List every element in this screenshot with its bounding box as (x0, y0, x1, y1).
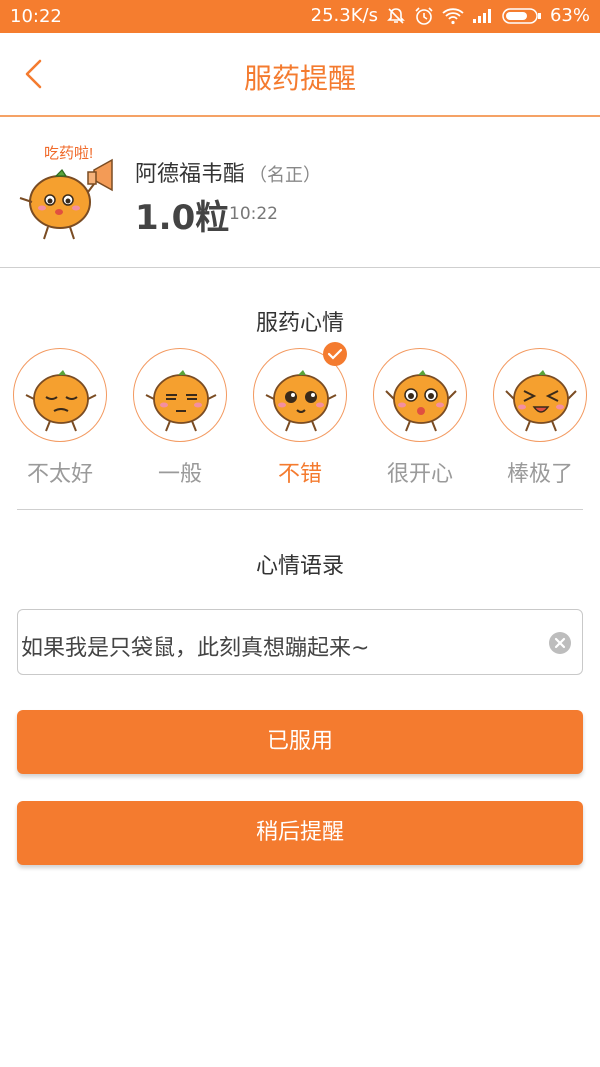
status-icons: 25.3K/s 63% (311, 5, 590, 26)
mood-option-good[interactable]: 不错 (253, 342, 349, 498)
mood-face-okay (133, 348, 227, 442)
quote-title: 心情语录 (255, 554, 344, 579)
mood-label: 棒极了 (506, 462, 573, 487)
mood-title: 服药心情 (255, 311, 344, 336)
mood-face-happy (373, 348, 467, 442)
mood-selector: 不太好 一般 不错 很开心 棒极了 (0, 342, 600, 498)
quote-input[interactable]: 如果我是只袋鼠，此刻真想蹦起来~ (17, 609, 583, 675)
mascot-caption: 吃药啦! (44, 145, 93, 162)
mood-face-great (493, 348, 587, 442)
battery-percent: 63% (549, 5, 590, 26)
mute-icon (386, 6, 406, 26)
mood-label: 不太好 (26, 462, 93, 487)
header: 服药提醒 (0, 33, 600, 117)
divider (17, 509, 583, 510)
medicine-card: 吃药啦! 阿德福韦酯 （名正） 1.0粒 10:22 (0, 118, 600, 268)
dose-time: 10:22 (229, 204, 278, 224)
medicine-name-row: 阿德福韦酯 （名正） (135, 156, 321, 188)
network-speed: 25.3K/s (310, 5, 378, 26)
medicine-name: 阿德福韦酯 (135, 162, 246, 187)
page-title: 服药提醒 (243, 62, 356, 95)
dose-amount: 1.0粒 (135, 198, 230, 238)
medicine-brand: （名正） (249, 165, 322, 186)
mood-option-happy[interactable]: 很开心 (373, 348, 469, 498)
mascot-image: 吃药啦! (12, 142, 122, 250)
wifi-icon (442, 7, 464, 25)
remind-later-button[interactable]: 稍后提醒 (17, 801, 583, 865)
clear-button[interactable] (548, 631, 572, 655)
selected-check-icon (323, 342, 347, 366)
mood-option-bad[interactable]: 不太好 (13, 348, 109, 498)
quote-text: 如果我是只袋鼠，此刻真想蹦起来~ (21, 636, 370, 661)
mood-label: 很开心 (386, 462, 453, 487)
mood-option-okay[interactable]: 一般 (133, 348, 229, 498)
status-bar: 10:22 25.3K/s 63% (0, 0, 600, 33)
mood-label: 一般 (157, 462, 202, 487)
mood-label: 不错 (277, 462, 322, 487)
signal-icon (472, 8, 494, 24)
taken-button[interactable]: 已服用 (17, 710, 583, 774)
mood-face-bad (13, 348, 107, 442)
battery-icon (502, 7, 542, 24)
status-time: 10:22 (10, 6, 62, 27)
clear-icon (549, 632, 571, 654)
alarm-icon (414, 6, 434, 26)
mood-option-great[interactable]: 棒极了 (493, 348, 589, 498)
